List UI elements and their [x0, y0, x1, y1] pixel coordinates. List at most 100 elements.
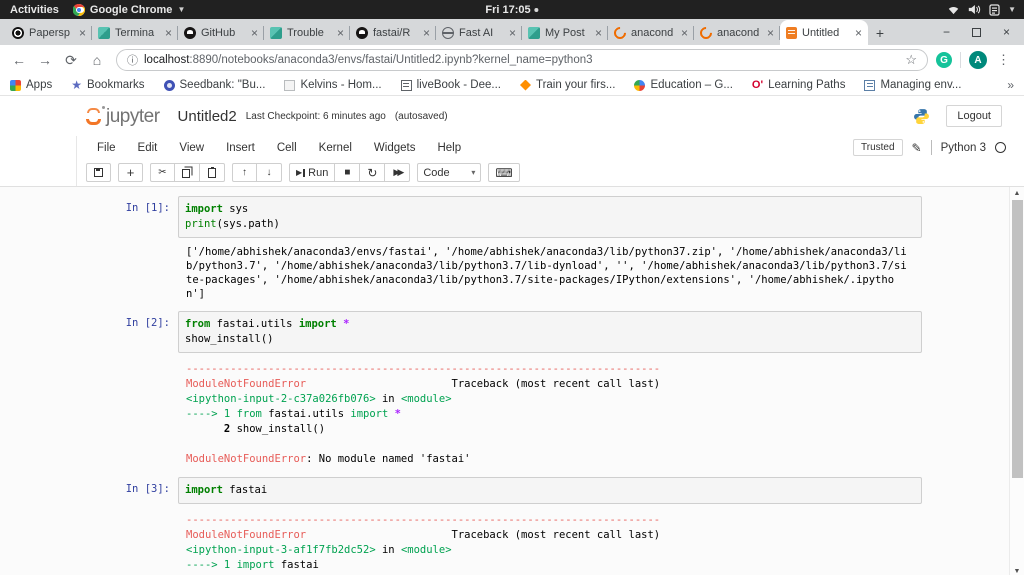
move-cell-up-button[interactable]: ↑ — [232, 163, 257, 182]
scrollbar[interactable]: ▲ ▼ — [1009, 187, 1024, 575]
kernel-name: Python 3 — [941, 142, 986, 154]
tab-close-icon[interactable]: × — [767, 28, 774, 38]
bookmarks-overflow-button[interactable]: » — [1007, 78, 1014, 92]
browser-tab[interactable]: Termina× — [92, 21, 178, 45]
bookmark-item[interactable]: Train your firs... — [520, 79, 615, 91]
add-cell-button[interactable]: + — [118, 163, 143, 182]
bookmark-label: Kelvins - Hom... — [300, 79, 381, 91]
tab-title: Untitled — [802, 27, 850, 39]
home-button[interactable]: ⌂ — [86, 49, 108, 71]
bookmark-item[interactable]: O'Learning Paths — [752, 79, 846, 91]
code-input[interactable]: from fastai.utils import *show_install() — [178, 311, 922, 353]
browser-tab[interactable]: Papersp× — [6, 21, 92, 45]
clock[interactable]: Fri 17:05 — [485, 4, 538, 16]
interrupt-kernel-button[interactable]: ■ — [335, 163, 360, 182]
tab-close-icon[interactable]: × — [251, 28, 258, 38]
bookmark-item[interactable]: Apps — [10, 79, 52, 91]
activities-button[interactable]: Activities — [10, 4, 59, 16]
jupyter-logo[interactable]: jupyter — [84, 106, 160, 126]
tab-close-icon[interactable]: × — [509, 28, 516, 38]
copy-cell-button[interactable] — [175, 163, 200, 182]
browser-menu-button[interactable]: ⋮ — [991, 52, 1016, 68]
cell-prompt: In [3]: — [110, 477, 178, 504]
browser-tab[interactable]: GitHub× — [178, 21, 264, 45]
trusted-button[interactable]: Trusted — [853, 139, 903, 156]
browser-tab[interactable]: My Post × — [522, 21, 608, 45]
logout-button[interactable]: Logout — [946, 105, 1002, 127]
chevron-down-icon: ▼ — [177, 5, 185, 14]
tab-close-icon[interactable]: × — [165, 28, 172, 38]
wifi-icon — [947, 5, 960, 15]
browser-tab[interactable]: Fast AI× — [436, 21, 522, 45]
livebook-icon — [401, 80, 412, 91]
scrollbar-thumb[interactable] — [1012, 200, 1023, 478]
tab-close-icon[interactable]: × — [423, 28, 430, 38]
forward-button[interactable]: → — [34, 49, 56, 71]
browser-tab[interactable]: anacond× — [608, 21, 694, 45]
move-cell-down-button[interactable]: ↓ — [257, 163, 282, 182]
command-palette-button[interactable]: ⌨ — [488, 163, 519, 182]
tab-strip: Papersp×Termina×GitHub×Trouble×fastai/R×… — [0, 19, 1024, 45]
browser-tab[interactable]: Trouble× — [264, 21, 350, 45]
bookmark-item[interactable]: ★Bookmarks — [71, 79, 144, 91]
tab-close-icon[interactable]: × — [681, 28, 688, 38]
oreilly-icon: O' — [752, 80, 763, 91]
bookmark-label: Apps — [26, 79, 52, 91]
fastforum-icon — [528, 27, 540, 39]
bookmark-item[interactable]: Managing env... — [864, 79, 961, 91]
tab-close-icon[interactable]: × — [855, 28, 862, 38]
back-button[interactable]: ← — [8, 49, 30, 71]
tab-close-icon[interactable]: × — [79, 28, 86, 38]
tab-title: My Post — [545, 27, 590, 39]
page-info-icon[interactable]: ⓘ — [127, 52, 138, 68]
menu-edit[interactable]: Edit — [127, 142, 169, 154]
minimize-button[interactable]: − — [943, 25, 950, 39]
restore-button[interactable] — [972, 28, 981, 37]
bookmark-star-icon[interactable]: ☆ — [905, 52, 917, 68]
menu-cell[interactable]: Cell — [266, 142, 308, 154]
tab-list: Papersp×Termina×GitHub×Trouble×fastai/R×… — [6, 20, 868, 45]
close-window-button[interactable]: × — [1003, 25, 1010, 39]
reload-button[interactable]: ⟳ — [60, 49, 82, 71]
save-button[interactable] — [86, 163, 111, 182]
cut-cell-button[interactable]: ✂ — [150, 163, 175, 182]
run-cell-button[interactable]: ▶ Run — [289, 163, 335, 182]
step-forward-icon: ▶ — [296, 168, 302, 177]
code-input[interactable]: import fastai — [178, 477, 922, 504]
notebook-menubar: FileEditViewInsertCellKernelWidgetsHelp … — [77, 136, 1010, 159]
chevron-down-icon: ▼ — [1008, 5, 1016, 14]
bookmark-item[interactable]: Kelvins - Hom... — [284, 79, 381, 91]
restart-run-all-button[interactable]: ▶▶ — [385, 163, 410, 182]
browser-tab[interactable]: Untitled × — [780, 20, 868, 45]
scroll-down-icon[interactable]: ▼ — [1014, 565, 1021, 575]
browser-tab[interactable]: fastai/R× — [350, 21, 436, 45]
notebook-title[interactable]: Untitled2 — [178, 108, 237, 125]
tab-title: anacond — [717, 27, 762, 39]
bookmark-item[interactable]: Seedbank: "Bu... — [164, 79, 266, 91]
grammarly-extension-icon[interactable]: G — [936, 52, 952, 68]
address-bar[interactable]: ⓘ localhost:8890/notebooks/anaconda3/env… — [116, 49, 928, 71]
menu-widgets[interactable]: Widgets — [363, 142, 427, 154]
menu-insert[interactable]: Insert — [215, 142, 266, 154]
notebook-cell: In [2]:from fastai.utils import *show_in… — [110, 304, 922, 353]
divider — [931, 140, 932, 155]
system-tray[interactable]: ▼ — [947, 4, 1024, 16]
menu-help[interactable]: Help — [426, 142, 472, 154]
bookmark-item[interactable]: liveBook - Dee... — [401, 79, 501, 91]
paste-cell-button[interactable] — [200, 163, 225, 182]
code-input[interactable]: import sysprint(sys.path) — [178, 196, 922, 238]
menu-view[interactable]: View — [168, 142, 215, 154]
menu-kernel[interactable]: Kernel — [308, 142, 363, 154]
cell-type-select[interactable]: Code ▾ — [417, 163, 481, 182]
menu-file[interactable]: File — [86, 142, 127, 154]
browser-tab[interactable]: anacond × — [694, 21, 780, 45]
tab-close-icon[interactable]: × — [337, 28, 344, 38]
profile-avatar[interactable]: A — [969, 51, 987, 69]
restart-kernel-button[interactable]: ↻ — [360, 163, 385, 182]
bookmark-item[interactable]: Education – G... — [634, 79, 732, 91]
new-tab-button[interactable]: + — [868, 21, 892, 45]
scroll-up-icon[interactable]: ▲ — [1014, 187, 1021, 199]
appsgrid-icon — [10, 80, 21, 91]
app-menu[interactable]: Google Chrome ▼ — [73, 4, 185, 16]
tab-close-icon[interactable]: × — [595, 28, 602, 38]
